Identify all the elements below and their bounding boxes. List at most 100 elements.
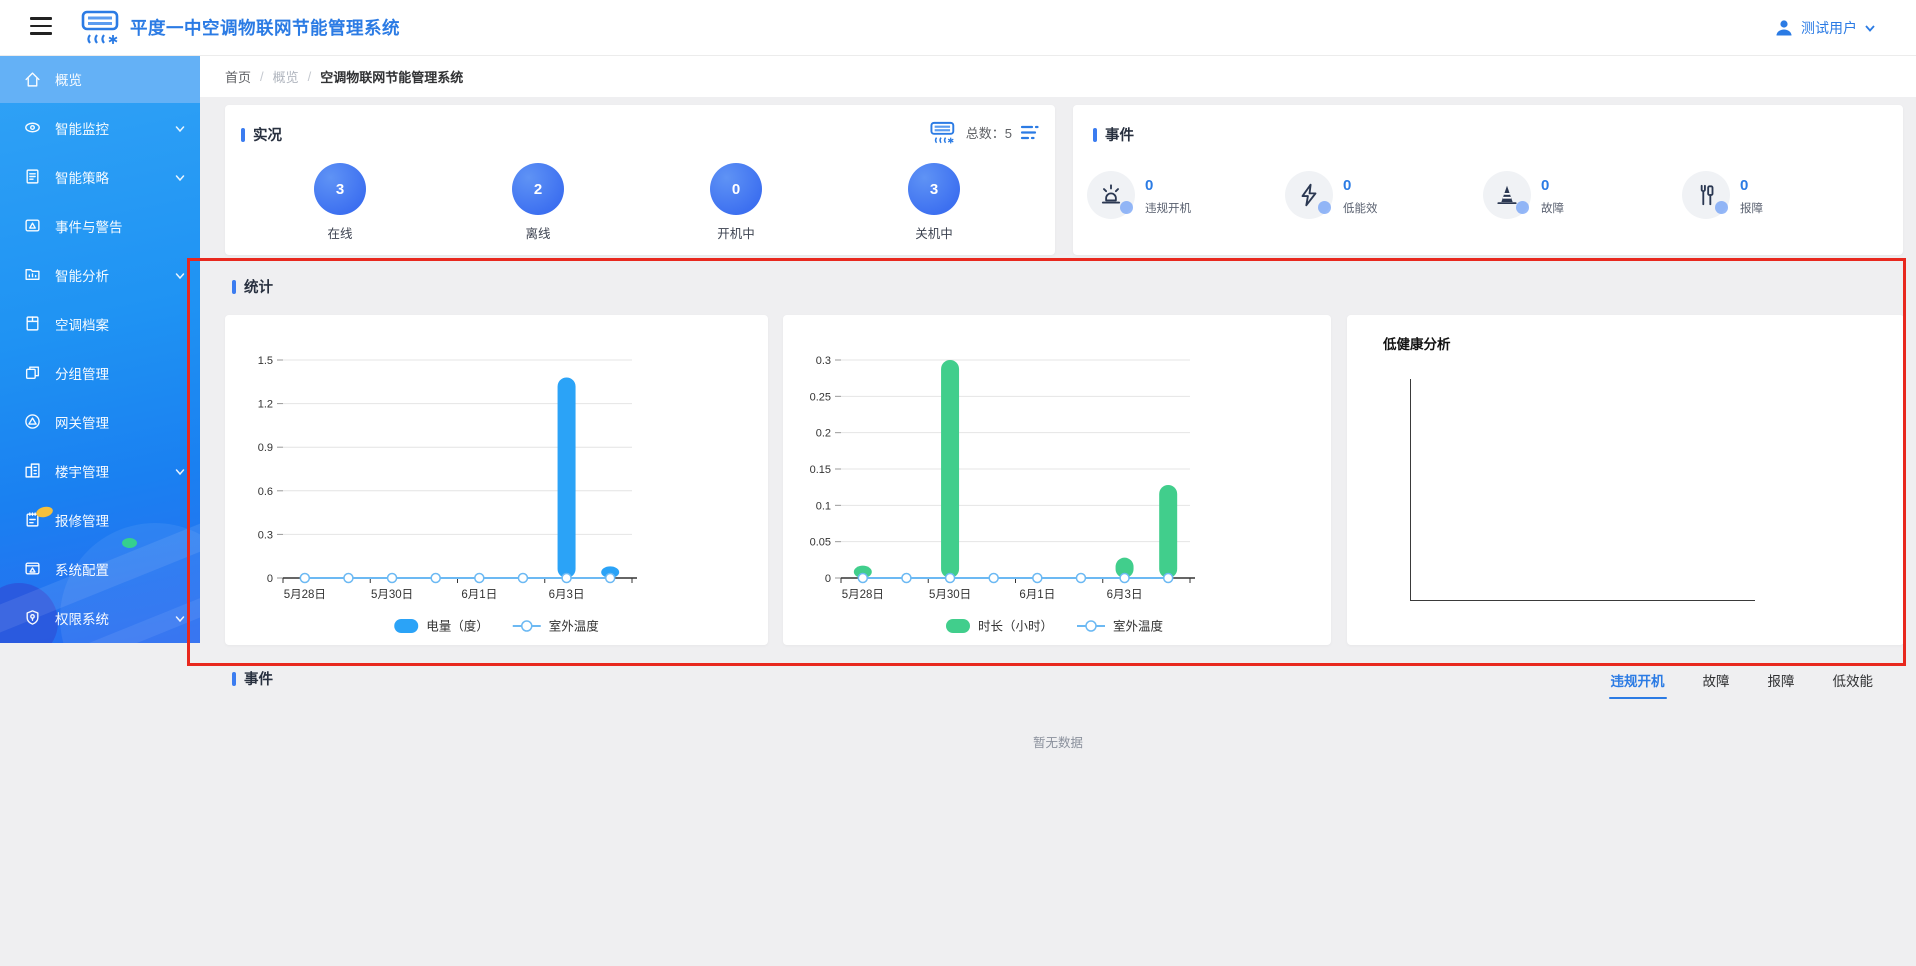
- sidebar-item-智能分析[interactable]: 智能分析: [0, 250, 200, 299]
- line-marker: [901, 572, 912, 584]
- sidebar-item-label: 报修管理: [55, 513, 109, 529]
- stat-circle-开机中: 0: [710, 163, 762, 215]
- group-icon: [24, 364, 41, 381]
- svg-text:0.3: 0.3: [258, 529, 273, 541]
- svg-text:1.2: 1.2: [258, 399, 273, 411]
- bar: [941, 360, 960, 578]
- stat-circle-关机中: 3: [908, 163, 960, 215]
- chevron-down-icon: [174, 612, 186, 624]
- duration-chart-card: 0 0.05 0.1 0.15 0.2 0.25 0.3 5月28日 5月30日 6月1日 6月3日…: [783, 315, 1331, 645]
- power-chart-card: 0 0.3 0.6 0.9 1.2 1.5 5月28日 5月30日 6月1日 6月3日 电量（度） 室…: [225, 315, 768, 645]
- svg-text:0: 0: [825, 573, 831, 585]
- empty-data-text: 暂无数据: [1032, 736, 1083, 750]
- sidebar-item-系统配置[interactable]: 系统配置: [0, 544, 200, 593]
- tab-故障[interactable]: 故障: [1703, 670, 1730, 699]
- sidebar-item-label: 智能监控: [55, 121, 109, 137]
- sidebar-item-空调档案[interactable]: 空调档案: [0, 299, 200, 348]
- svg-text:0.3: 0.3: [816, 355, 831, 367]
- bar: [557, 377, 576, 578]
- total-value: 5: [1004, 126, 1012, 141]
- chevron-down-icon: [174, 465, 186, 477]
- archive-icon: [24, 315, 41, 332]
- settings-icon: [24, 560, 41, 577]
- event-stat-故障: 0 故障: [1483, 171, 1564, 219]
- user-menu[interactable]: 测试用户: [1774, 0, 1876, 55]
- sidebar-item-网关管理[interactable]: 网关管理: [0, 397, 200, 446]
- breadcrumb-overview[interactable]: 概览: [273, 67, 299, 86]
- header-bar: 平度一中空调物联网节能管理系统 测试用户: [0, 0, 1916, 56]
- svg-text:0.25: 0.25: [810, 391, 831, 403]
- chevron-down-icon: [174, 269, 186, 281]
- svg-text:时长（小时）: 时长（小时）: [978, 620, 1053, 634]
- svg-text:5月28日: 5月28日: [842, 589, 884, 601]
- breadcrumb: 首页 / 概览 / 空调物联网节能管理系统: [200, 55, 1916, 97]
- ac-unit-icon: [930, 121, 954, 144]
- line-marker: [474, 572, 485, 584]
- breadcrumb-home[interactable]: 首页: [225, 67, 251, 86]
- sidebar-item-label: 系统配置: [55, 562, 109, 578]
- sidebar-item-事件与警告[interactable]: 事件与警告: [0, 201, 200, 250]
- sidebar-item-label: 权限系统: [55, 611, 109, 627]
- event-tabs: 违规开机 故障 报障 低效能: [1608, 670, 1874, 699]
- stat-circle-离线: 2: [512, 163, 564, 215]
- event-stat-低能效: 0 低能效: [1285, 171, 1378, 219]
- tab-违规开机[interactable]: 违规开机: [1608, 670, 1667, 699]
- sidebar-item-权限系统[interactable]: 权限系统: [0, 593, 200, 642]
- building-icon: [24, 462, 41, 479]
- home-icon: [24, 71, 41, 88]
- sidebar-item-报修管理[interactable]: 报修管理: [0, 495, 200, 544]
- sidebar-item-楼宇管理[interactable]: 楼宇管理: [0, 446, 200, 495]
- tab-报障[interactable]: 报障: [1768, 670, 1795, 699]
- svg-text:6月1日: 6月1日: [461, 589, 497, 601]
- alert-icon: [24, 217, 41, 234]
- bar: [1159, 484, 1178, 578]
- runtime-duration-chart: 0 0.05 0.1 0.15 0.2 0.25 0.3 5月28日 5月30日 6月1日 6月3日…: [810, 355, 1195, 634]
- legend-item-室外温度[interactable]: 室外温度: [512, 619, 600, 634]
- accent-dot: [1516, 201, 1529, 214]
- sidebar-item-智能策略[interactable]: 智能策略: [0, 152, 200, 201]
- stat-label: 关机中: [915, 227, 953, 241]
- tab-低效能[interactable]: 低效能: [1833, 670, 1874, 699]
- stat-label: 在线: [327, 227, 353, 241]
- legend-item-室外温度[interactable]: 室外温度: [1077, 619, 1164, 634]
- svg-text:5月30日: 5月30日: [929, 589, 971, 601]
- chevron-down-icon: [174, 171, 186, 183]
- bottom-events-title: 事件: [244, 672, 273, 688]
- sidebar-item-智能监控[interactable]: 智能监控: [0, 103, 200, 152]
- line-marker: [988, 572, 999, 584]
- y-axis-line: [1410, 379, 1411, 600]
- legend-item-电量（度）[interactable]: 电量（度）: [394, 619, 489, 634]
- event-label: 低能效: [1343, 202, 1378, 215]
- stat-label: 离线: [525, 227, 551, 241]
- svg-text:6月1日: 6月1日: [1019, 589, 1055, 601]
- event-stat-报障: 0 报障: [1682, 171, 1763, 219]
- svg-text:5月30日: 5月30日: [371, 589, 413, 601]
- gateway-icon: [24, 413, 41, 430]
- svg-text:电量（度）: 电量（度）: [426, 619, 489, 634]
- svg-text:室外温度: 室外温度: [549, 619, 600, 634]
- sidebar-item-label: 智能策略: [55, 170, 109, 186]
- sidebar-item-分组管理[interactable]: 分组管理: [0, 348, 200, 397]
- sidebar-item-label: 分组管理: [55, 366, 109, 382]
- events-card-title: 事件: [1105, 128, 1134, 144]
- svg-text:0.2: 0.2: [816, 428, 831, 440]
- sort-filter-icon[interactable]: [1020, 124, 1040, 141]
- accent-dot: [1318, 201, 1331, 214]
- sidebar-item-label: 楼宇管理: [55, 464, 109, 480]
- line-marker: [561, 572, 572, 584]
- app-title: 平度一中空调物联网节能管理系统: [130, 18, 400, 38]
- svg-text:0.1: 0.1: [816, 500, 831, 512]
- low-health-chart-card: 低健康分析: [1347, 315, 1904, 645]
- line-marker: [944, 572, 956, 584]
- app-logo-ac-icon: [80, 7, 122, 49]
- line-marker: [517, 572, 529, 584]
- legend-item-时长（小时）[interactable]: 时长（小时）: [946, 619, 1053, 634]
- svg-text:6月3日: 6月3日: [549, 589, 585, 601]
- line-marker: [1162, 572, 1174, 584]
- event-stat-违规开机: 0 违规开机: [1087, 171, 1191, 219]
- hamburger-menu-icon[interactable]: [30, 17, 52, 35]
- stat-circle-在线: 3: [314, 163, 366, 215]
- svg-text:0.05: 0.05: [810, 537, 831, 549]
- sidebar-item-概览[interactable]: 概览: [0, 55, 200, 103]
- line-marker: [1119, 572, 1130, 584]
